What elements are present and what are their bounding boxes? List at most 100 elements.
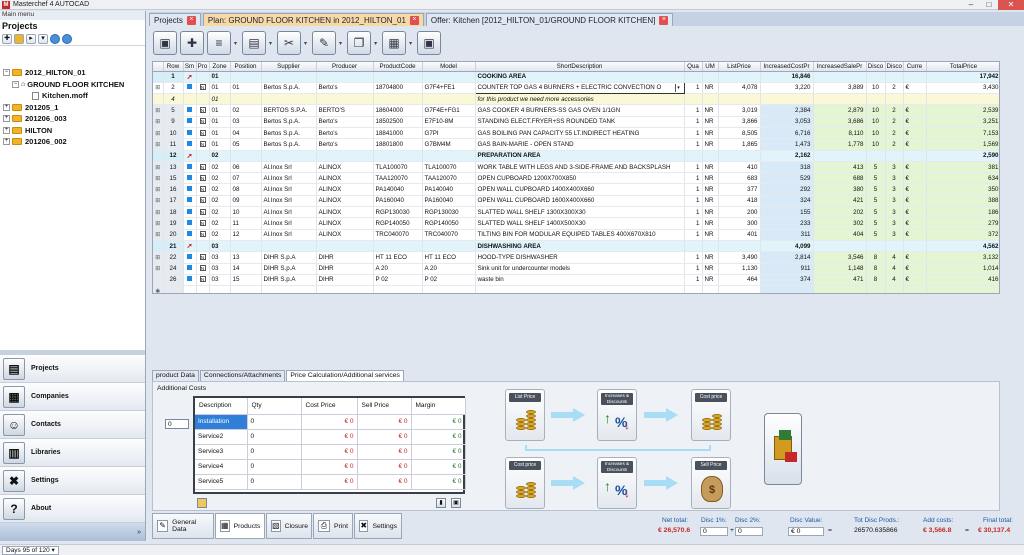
service-qty[interactable]: 0 <box>247 414 302 430</box>
column-header[interactable]: TotalPrice <box>926 62 999 72</box>
collapse-icon[interactable]: − <box>3 69 10 77</box>
tools-button[interactable]: ✂ <box>277 31 302 55</box>
expand-icon[interactable]: + <box>3 115 10 123</box>
disc1-field[interactable]: 0 <box>700 527 728 536</box>
table-row[interactable]: ⊞ 13 N 02 06 Al.Inox Srl ALINOX TLA100070 TLA100… <box>153 161 999 174</box>
tree-node-ground-floor-kitchen[interactable]: − ⌂ GROUND FLOOR KITCHEN <box>0 79 145 91</box>
service-sell[interactable]: € 0 <box>357 429 412 445</box>
service-sell[interactable]: € 0 <box>357 474 412 490</box>
service-qty[interactable]: 0 <box>247 429 302 445</box>
row-expander[interactable]: ✱ <box>153 285 164 293</box>
chevron-down-icon[interactable]: ▾ <box>674 83 682 92</box>
license-days-dropdown[interactable]: Days 95 of 120 ▾ <box>2 545 59 555</box>
tree-node-hilton[interactable]: + HILTON <box>0 125 145 137</box>
column-header[interactable]: ShortDescription <box>475 62 685 72</box>
table-row[interactable]: ⊞ 11 N 01 05 Bertos S.p.A. Berto's 18801800 G7BM… <box>153 138 999 151</box>
service-desc[interactable]: Installation <box>195 414 248 430</box>
table-row[interactable]: ⊞ 10 N 01 04 Bertos S.p.A. Berto's 18841000 G7PI… <box>153 127 999 140</box>
service-sell[interactable]: € 0 <box>357 459 412 475</box>
tree-node-201206-002[interactable]: +201206_002 <box>0 136 145 148</box>
disk-button[interactable]: ▣ <box>417 31 442 55</box>
row-expander[interactable]: ⊞ <box>153 82 164 95</box>
table-row[interactable]: 26 N 03 15 DIHR S.p.A DIHR P 02 P 02 waste bin 1 N… <box>153 274 999 287</box>
table-button[interactable]: ▦ <box>382 31 407 55</box>
close-tab-icon[interactable]: × <box>186 15 196 25</box>
service-qty[interactable]: 0 <box>247 444 302 460</box>
service-margin[interactable]: € 0 <box>411 459 466 475</box>
row-expander[interactable] <box>153 274 164 287</box>
column-header[interactable]: ProductCode <box>373 62 423 72</box>
row-expander[interactable]: ⊞ <box>153 229 164 241</box>
service-margin[interactable]: € 0 <box>411 429 466 445</box>
service-desc[interactable]: Service4 <box>195 459 248 475</box>
column-header[interactable] <box>153 62 164 72</box>
note-row[interactable]: 4 01 for this product we need more accesso… <box>153 93 999 106</box>
column-header[interactable]: Pro <box>196 62 210 72</box>
group-row[interactable]: 21 ➚ 03 DISHWASHING AREA 4,099 4,562 <box>153 240 999 253</box>
tree-node-201205-1[interactable]: +201205_1 <box>0 102 145 114</box>
tab-price-calculation[interactable]: Price Calculation/Additional services <box>286 370 404 381</box>
folder-open-icon[interactable] <box>14 33 24 44</box>
group-row[interactable]: 12 ➚ 02 PREPARATION AREA 2,162 2,590 <box>153 150 999 162</box>
disc2-field[interactable]: 0 <box>735 527 763 536</box>
tab-products[interactable]: ▦ Products <box>215 513 265 539</box>
row-expander[interactable]: ⊞ <box>153 195 164 208</box>
row-expander[interactable]: ⊞ <box>153 138 164 151</box>
expand-icon[interactable]: + <box>3 138 10 146</box>
database-button[interactable]: ≡ <box>207 31 231 55</box>
service-margin[interactable]: € 0 <box>411 414 466 430</box>
nav-about[interactable]: ? About <box>0 495 145 523</box>
service-row[interactable]: Installation 0 € 0 € 0 € 0 <box>195 414 466 430</box>
row-expander[interactable]: ⊞ <box>153 183 164 196</box>
save-services-icon[interactable]: ▣ <box>451 498 461 508</box>
collapse-icon[interactable]: − <box>12 80 19 88</box>
column-header[interactable]: Producer <box>316 62 374 72</box>
service-cost[interactable]: € 0 <box>301 474 358 490</box>
draw-button[interactable]: ✎ <box>312 31 337 55</box>
row-expander[interactable]: ⊞ <box>153 161 164 174</box>
column-header[interactable]: Sm <box>183 62 197 72</box>
nav-overflow-button[interactable]: » <box>0 523 145 541</box>
service-row[interactable]: Service3 0 € 0 € 0 € 0 <box>195 444 466 460</box>
table-row[interactable]: ⊞ 17 N 02 09 Al.Inox Srl ALINOX PA160040 PA16004… <box>153 195 999 208</box>
service-margin[interactable]: € 0 <box>411 474 466 490</box>
row-expander[interactable] <box>153 93 164 106</box>
table-row[interactable]: ⊞ 19 N 02 11 Al.Inox Srl ALINOX RGP140050 RGP140… <box>153 217 999 230</box>
recalculate-prices-button[interactable] <box>764 413 802 485</box>
service-desc[interactable]: Service2 <box>195 429 248 445</box>
row-expander[interactable]: ⊞ <box>153 263 164 275</box>
tree-node-201206-003[interactable]: +201206_003 <box>0 113 145 125</box>
service-margin[interactable]: € 0 <box>411 444 466 460</box>
tab-product-data[interactable]: product Data <box>152 370 199 381</box>
service-cost[interactable]: € 0 <box>301 429 358 445</box>
row-expander[interactable] <box>153 150 164 162</box>
tab-settings[interactable]: ✖ Settings <box>354 513 402 539</box>
table-row[interactable]: ⊞ 9 N 01 03 Bertos S.p.A. Berto's 18502500 E7F10… <box>153 116 999 128</box>
chevron-down-icon[interactable]: ▾ <box>374 40 377 47</box>
add-row-button[interactable]: ✚ <box>180 31 204 55</box>
service-sell[interactable]: € 0 <box>357 414 412 430</box>
tab-closure[interactable]: ▧ Closure <box>266 513 312 539</box>
tab-print[interactable]: ⎙ Print <box>313 513 353 539</box>
quantity-field[interactable]: 0 <box>165 419 189 429</box>
chevron-down-icon[interactable]: ▾ <box>339 40 342 47</box>
sync-icon[interactable] <box>62 33 72 44</box>
row-expander[interactable]: ⊞ <box>153 116 164 128</box>
service-desc[interactable]: Service3 <box>195 444 248 460</box>
chevron-down-icon[interactable]: ▾ <box>304 40 307 47</box>
service-sell[interactable]: € 0 <box>357 444 412 460</box>
service-row[interactable]: Service5 0 € 0 € 0 € 0 <box>195 474 466 490</box>
tree-node-kitchen-moff[interactable]: Kitchen.moff <box>0 90 145 102</box>
nav-settings[interactable]: ✖ Settings <box>0 467 145 495</box>
column-header[interactable]: ListPrice <box>718 62 761 72</box>
tab-plan[interactable]: Plan: GROUND FLOOR KITCHEN in 2012_HILTO… <box>202 13 424 26</box>
open-icon[interactable]: ▸ <box>26 33 36 44</box>
service-row[interactable]: Service4 0 € 0 € 0 € 0 <box>195 459 466 475</box>
tree-node-2012-hilton-01[interactable]: − 2012_HILTON_01 <box>0 67 145 79</box>
service-cost[interactable]: € 0 <box>301 414 358 430</box>
new-icon[interactable]: ✚ <box>2 33 12 44</box>
row-expander[interactable]: ⊞ <box>153 217 164 230</box>
chevron-down-icon[interactable]: ▾ <box>234 40 237 47</box>
expand-icon[interactable]: + <box>3 103 10 111</box>
description-dropdown[interactable]: ▾ COUNTER TOP GAS 4 BURNERS + ELECTRIC CO… <box>474 81 685 95</box>
